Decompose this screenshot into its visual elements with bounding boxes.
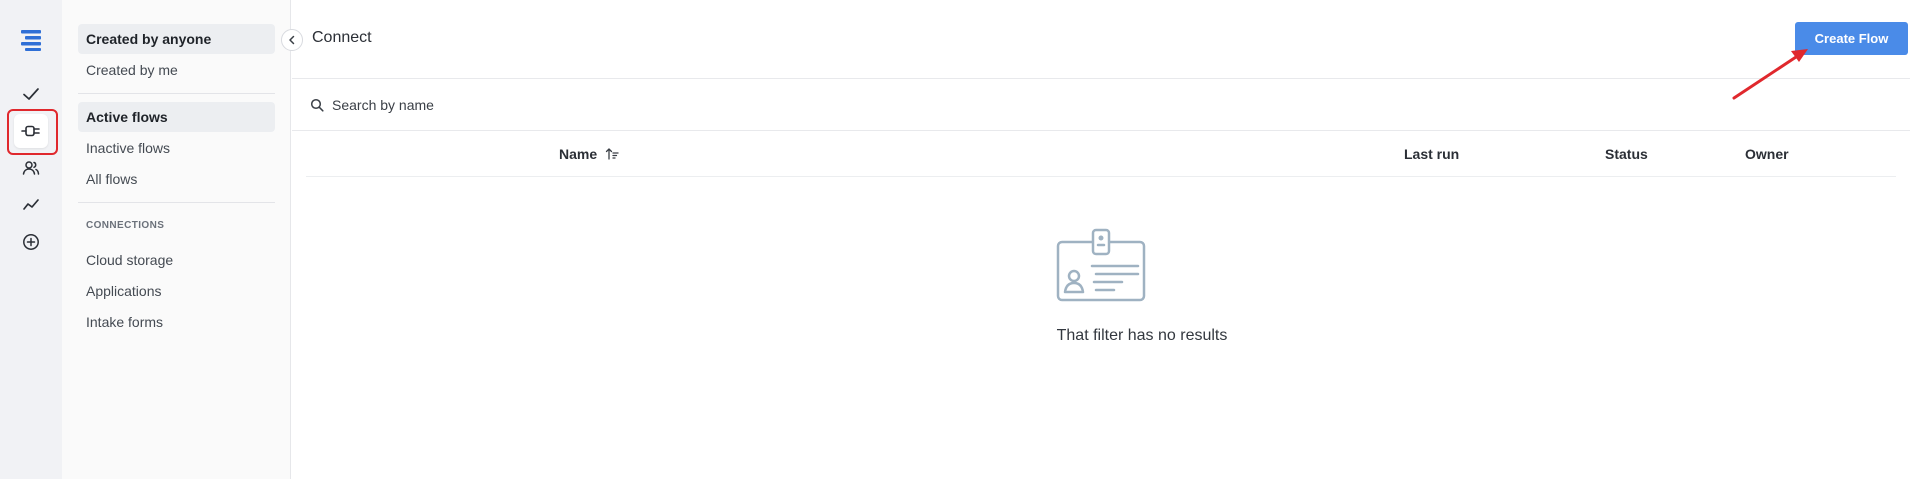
header-divider [292,78,1910,79]
column-header-last-run[interactable]: Last run [1404,146,1459,162]
search-divider [292,130,1910,131]
tasks-nav-button[interactable] [14,77,48,111]
users-icon [22,161,40,175]
flows-sidebar: Created by anyone Created by me Active f… [62,0,291,479]
plus-circle-icon [23,234,39,250]
column-header-name-label: Name [559,146,598,162]
plug-icon [21,125,40,137]
id-card-icon [1056,228,1146,309]
filter-all-flows[interactable]: All flows [78,164,275,194]
sort-ascending-icon [605,148,619,160]
column-header-owner[interactable]: Owner [1745,146,1789,162]
trend-line-icon [23,199,39,210]
create-flow-button[interactable]: Create Flow [1795,22,1908,55]
connections-group-label: CONNECTIONS [86,220,165,231]
search-placeholder: Search by name [332,97,434,113]
filter-created-by-anyone[interactable]: Created by anyone [78,24,275,54]
filter-created-by-me[interactable]: Created by me [78,55,275,85]
icon-rail [0,0,62,479]
logo-stack-icon [14,23,48,57]
connection-intake-forms[interactable]: Intake forms [78,307,275,337]
connection-applications[interactable]: Applications [78,276,275,306]
analytics-nav-button[interactable] [14,188,48,222]
page-title: Connect [312,29,372,46]
empty-state-message: That filter has no results [1056,327,1228,344]
connection-cloud-storage[interactable]: Cloud storage [78,245,275,275]
search-icon [310,98,324,112]
main-content: Connect Create Flow Search by name Name … [292,0,1910,479]
sidebar-divider [78,202,275,203]
filter-active-flows[interactable]: Active flows [78,102,275,132]
connect-nav-button[interactable] [14,114,48,148]
column-header-name[interactable]: Name [559,146,619,162]
check-icon [23,88,39,100]
sidebar-divider [78,93,275,94]
column-header-status[interactable]: Status [1605,146,1648,162]
add-nav-button[interactable] [14,225,48,259]
filter-inactive-flows[interactable]: Inactive flows [78,133,275,163]
table-header-divider [306,176,1896,177]
people-nav-button[interactable] [14,151,48,185]
search-input[interactable]: Search by name [310,93,670,117]
